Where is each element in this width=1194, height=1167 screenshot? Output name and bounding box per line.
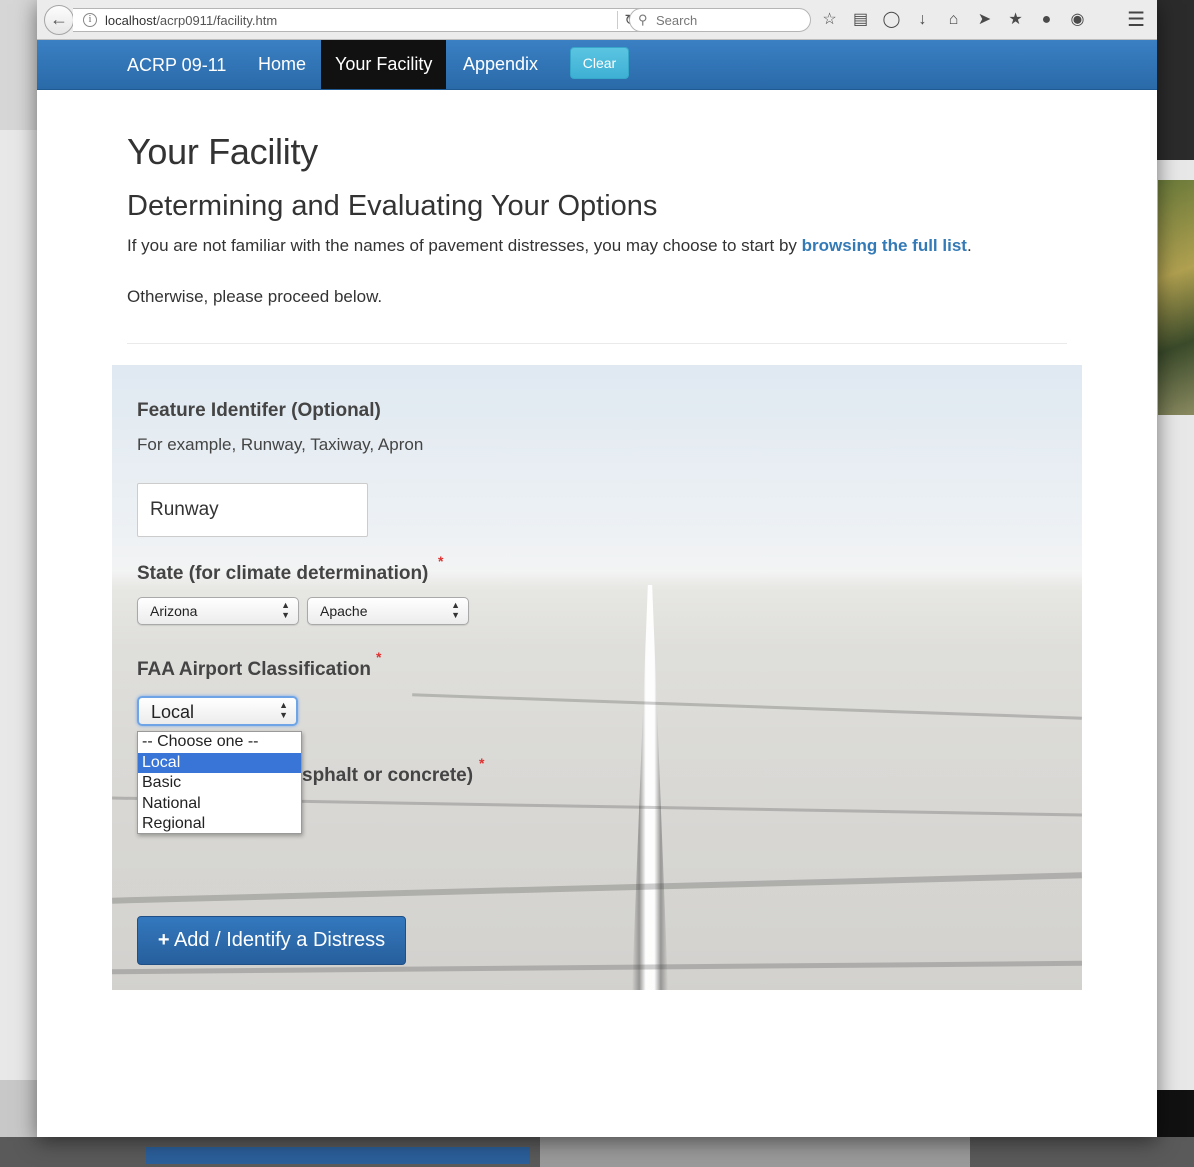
toolbar-icons: ☆ ▤ ◯ ↓ ⌂ ➤ ★ ● ◉: [819, 9, 1088, 31]
hamburger-menu-icon[interactable]: ☰: [1127, 9, 1145, 31]
faa-classification-dropdown: -- Choose one -- Local Basic National Re…: [137, 731, 302, 834]
dropdown-option-highlighted[interactable]: Local: [138, 752, 301, 773]
state-label: State (for climate determination): [137, 563, 429, 584]
divider: [127, 343, 1067, 344]
nav-item-home[interactable]: Home: [244, 40, 320, 89]
send-icon[interactable]: ➤: [974, 9, 995, 30]
site-navbar: ACRP 09-11 Home Your Facility Appendix C…: [37, 40, 1157, 90]
browser-toolbar: ← i localhost/acrp0911/facility.htm ↻ ⚲ …: [37, 0, 1157, 40]
search-icon: ⚲: [638, 12, 648, 27]
background-window-right-top: [1156, 0, 1194, 160]
faa-classification-select[interactable]: Local ▲ ▼: [137, 696, 298, 726]
add-distress-button[interactable]: + Add / Identify a Distress: [137, 916, 406, 965]
search-box[interactable]: ⚲ Search: [629, 8, 811, 32]
pavement-required-mark: *: [479, 755, 485, 771]
nav-item-appendix[interactable]: Appendix: [449, 40, 552, 89]
pavement-crack-graphic: [412, 693, 1082, 720]
dropdown-option[interactable]: Regional: [138, 814, 301, 835]
background-image-fragment: [1158, 180, 1194, 415]
select-arrows-icon: ▲ ▼: [279, 700, 288, 720]
info-icon[interactable]: i: [83, 13, 97, 27]
plus-icon: +: [157, 929, 170, 951]
background-panel-bottom: [540, 1137, 970, 1167]
url-bar[interactable]: i localhost/acrp0911/facility.htm ↻: [73, 8, 646, 32]
dropdown-option[interactable]: -- Choose one --: [138, 732, 301, 753]
home-icon[interactable]: ⌂: [943, 9, 964, 30]
faa-required-mark: *: [376, 649, 382, 665]
runway-centerline-graphic: [632, 585, 668, 990]
select-arrows-icon: ▲ ▼: [451, 600, 460, 620]
dropdown-option[interactable]: National: [138, 794, 301, 815]
browse-full-list-link[interactable]: browsing the full list: [802, 236, 967, 255]
download-icon[interactable]: ↓: [912, 9, 933, 30]
intro-suffix: .: [966, 236, 972, 255]
intro-text: If you are not familiar with the names o…: [127, 236, 972, 256]
url-text: localhost/acrp0911/facility.htm: [105, 13, 277, 28]
feature-identifier-help: For example, Runway, Taxiway, Apron: [137, 435, 424, 454]
back-arrow-icon: ←: [50, 9, 68, 29]
clear-button[interactable]: Clear: [570, 47, 629, 79]
background-window-left: [0, 0, 40, 1167]
chat-icon[interactable]: ●: [1036, 9, 1057, 30]
pavement-type-label: sphalt or concrete): [302, 765, 474, 786]
feature-identifier-label: Feature Identifer (Optional): [137, 400, 381, 421]
county-select-value: Apache: [320, 603, 368, 619]
page-title: Your Facility: [127, 131, 318, 172]
pavement-crack-graphic: [112, 872, 1082, 904]
search-placeholder: Search: [656, 13, 698, 28]
pocket-icon[interactable]: ◯: [881, 9, 902, 30]
color-wheel-icon[interactable]: ◉: [1067, 9, 1088, 30]
state-select-value: Arizona: [150, 603, 198, 619]
feature-identifier-input[interactable]: [137, 483, 368, 537]
background-thumbnail-nav: [146, 1147, 530, 1164]
state-required-mark: *: [438, 553, 444, 569]
back-button[interactable]: ←: [44, 5, 74, 35]
nav-item-your-facility[interactable]: Your Facility: [321, 40, 447, 89]
dropdown-option[interactable]: Basic: [138, 773, 301, 794]
faa-classification-label: FAA Airport Classification: [137, 659, 372, 680]
bookmark-star-icon[interactable]: ☆: [819, 9, 840, 30]
faa-select-value: Local: [151, 702, 195, 722]
browser-window: ← i localhost/acrp0911/facility.htm ↻ ⚲ …: [37, 0, 1157, 1137]
facility-form-panel: Feature Identifer (Optional) For example…: [112, 365, 1082, 990]
county-select[interactable]: Apache ▲ ▼: [307, 597, 469, 625]
add-distress-label: Add / Identify a Distress: [173, 929, 386, 951]
select-arrows-icon: ▲ ▼: [281, 600, 290, 620]
navbar-brand[interactable]: ACRP 09-11: [127, 55, 226, 76]
url-host: localhost: [105, 13, 157, 28]
page-subtitle: Determining and Evaluating Your Options: [127, 190, 658, 222]
reading-list-icon[interactable]: ▤: [850, 9, 871, 30]
intro-prefix: If you are not familiar with the names o…: [127, 236, 802, 255]
state-select[interactable]: Arizona ▲ ▼: [137, 597, 299, 625]
background-window-left-top: [0, 0, 40, 130]
extension-icon[interactable]: ★: [1005, 9, 1026, 30]
background-window-right: [1156, 0, 1194, 1167]
otherwise-text: Otherwise, please proceed below.: [127, 287, 383, 306]
url-path: /acrp0911/facility.htm: [156, 13, 278, 28]
